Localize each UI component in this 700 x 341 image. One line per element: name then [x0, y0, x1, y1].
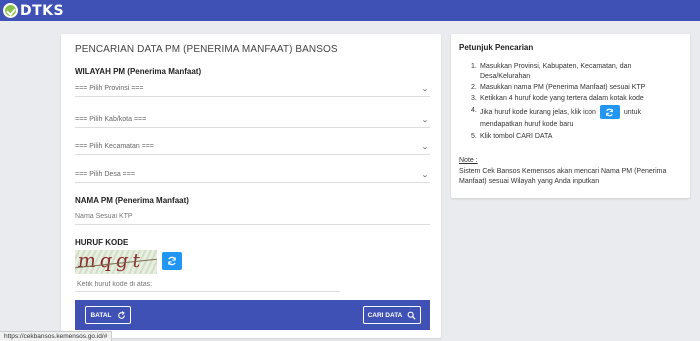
help-step: 5. Klik tombol CARI DATA [471, 133, 553, 140]
kode-label: HURUF KODE [75, 238, 129, 247]
help-step: 2. Masukkan nama PM (Penerima Manfaat) s… [471, 84, 646, 91]
help-step: 4. Jika huruf kode kurang jelas, klik ic… [471, 105, 641, 128]
provinsi-select-value: === Pilih Provinsi === [75, 85, 144, 92]
refresh-icon [168, 256, 176, 266]
desa-select[interactable]: === Pilih Desa === ⌄ [75, 167, 430, 183]
batal-button-label: BATAL [90, 311, 112, 319]
refresh-captcha-button[interactable] [162, 252, 182, 270]
captcha-image: mqgt [75, 250, 157, 274]
inline-refresh-button[interactable] [599, 105, 620, 119]
kabkota-select-value: === Pilih Kab/kota === [75, 116, 147, 123]
note-text: Sistem Cek Bansos Kemensos akan mencari … [459, 168, 667, 185]
search-icon [407, 311, 416, 320]
provinsi-select[interactable]: === Pilih Provinsi === ⌄ [75, 81, 430, 97]
refresh-icon [606, 108, 614, 116]
desa-select-value: === Pilih Desa === [75, 171, 135, 178]
chevron-down-icon: ⌄ [421, 171, 429, 179]
help-steps-list: 1. Masukkan Provinsi, Kabupaten, Kecamat… [471, 62, 683, 143]
cari-data-button[interactable]: CARI DATA [363, 306, 421, 324]
chevron-down-icon: ⌄ [421, 85, 429, 93]
batal-button[interactable]: BATAL [85, 306, 131, 324]
help-title: Petunjuk Pencarian [459, 43, 534, 52]
form-action-bar: BATAL CARI DATA [75, 300, 430, 330]
check-logo-icon [3, 3, 18, 18]
captcha-input[interactable] [75, 278, 340, 292]
nama-input[interactable] [75, 209, 430, 225]
search-form-panel: PENCARIAN DATA PM (PENERIMA MANFAAT) BAN… [61, 34, 441, 338]
help-step: 3. Ketikkan 4 huruf kode yang tertera da… [471, 95, 644, 102]
kecamatan-select-value: === Pilih Kecamatan === [75, 143, 154, 150]
note-label: Note : [459, 157, 478, 164]
chevron-down-icon: ⌄ [421, 116, 429, 124]
wilayah-label: WILAYAH PM (Penerima Manfaat) [75, 67, 202, 76]
form-title: PENCARIAN DATA PM (PENERIMA MANFAAT) BAN… [75, 44, 338, 55]
logo-text: DTKS [20, 2, 65, 19]
status-bar-url: https://cekbansos.kemensos.go.id/# [0, 331, 113, 341]
nama-label: NAMA PM (Penerima Manfaat) [75, 196, 189, 205]
refresh-icon [117, 310, 125, 319]
dtks-logo[interactable]: DTKS [3, 2, 64, 19]
chevron-down-icon: ⌄ [421, 143, 429, 151]
help-panel: Petunjuk Pencarian 1. Masukkan Provinsi,… [451, 34, 690, 198]
top-bar: DTKS [0, 0, 700, 21]
kecamatan-select[interactable]: === Pilih Kecamatan === ⌄ [75, 139, 430, 155]
kabkota-select[interactable]: === Pilih Kab/kota === ⌄ [75, 112, 430, 128]
cari-data-button-label: CARI DATA [367, 311, 403, 319]
help-step: 1. Masukkan Provinsi, Kabupaten, Kecamat… [471, 63, 632, 80]
